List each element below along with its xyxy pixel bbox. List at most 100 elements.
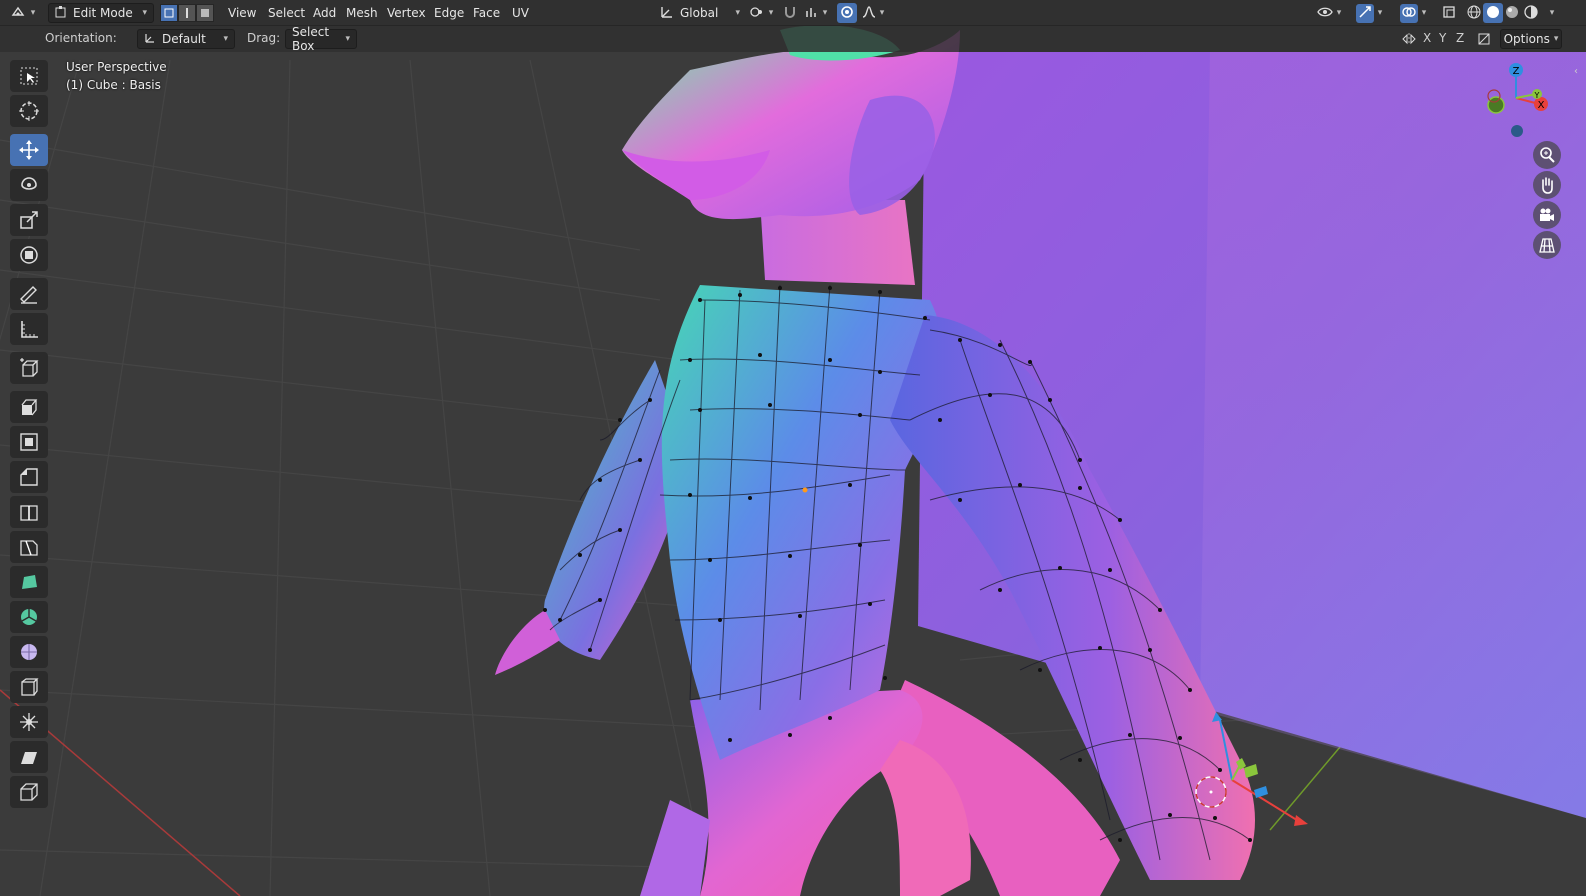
extrude-tool[interactable]	[10, 391, 48, 423]
3d-viewport[interactable]	[0, 0, 1586, 896]
cursor-tool[interactable]	[10, 95, 48, 127]
xray-toggle[interactable]	[1438, 3, 1460, 23]
svg-text:Y: Y	[1534, 91, 1540, 100]
object-label: (1) Cube : Basis	[66, 78, 161, 92]
tool-settings-bar: Orientation: Default ▾ Drag: Select Box …	[0, 25, 1586, 53]
falloff-curve-icon	[862, 5, 876, 22]
spin-icon	[21, 609, 37, 625]
selectability-visibility-button[interactable]: ▾	[1314, 3, 1344, 23]
mirror-axis-x[interactable]: X	[1423, 31, 1431, 45]
shading-material-button[interactable]	[1502, 3, 1522, 23]
menu-face[interactable]: Face	[469, 3, 504, 23]
editor-type-button[interactable]: ▾	[8, 3, 38, 23]
snap-increment-icon	[805, 5, 819, 22]
loop-cut-tool[interactable]	[10, 496, 48, 528]
chevron-down-icon: ▾	[768, 8, 774, 18]
gizmo-toggle[interactable]: ▾	[1350, 3, 1388, 23]
transform-tool[interactable]	[10, 239, 48, 271]
orientation-dropdown[interactable]: Default ▾	[137, 29, 235, 49]
sidebar-expand-arrow[interactable]: ‹	[1574, 66, 1584, 80]
chevron-down-icon: ▾	[1553, 34, 1559, 44]
scale-icon	[20, 211, 38, 229]
xray-icon	[1442, 5, 1456, 22]
poly-build-icon	[22, 575, 37, 589]
knife-tool[interactable]	[10, 531, 48, 563]
drag-dropdown[interactable]: Select Box ▾	[285, 25, 357, 53]
mirror-toggle[interactable]	[1400, 30, 1418, 50]
shear-tool[interactable]	[10, 741, 48, 773]
rip-region-tool[interactable]	[10, 776, 48, 808]
perspective-label: User Perspective	[66, 60, 167, 74]
select-box-tool[interactable]	[10, 60, 48, 92]
shrink-fatten-tool[interactable]	[10, 706, 48, 738]
pan-button[interactable]	[1533, 171, 1561, 199]
transform-orientation-label: Global	[680, 6, 719, 20]
edge-slide-tool[interactable]	[10, 671, 48, 703]
scale-tool[interactable]	[10, 204, 48, 236]
navigation-gizmo[interactable]: Z X Y	[1480, 58, 1560, 138]
rotate-icon	[21, 177, 37, 190]
zoom-button[interactable]	[1533, 141, 1561, 169]
orientation-label: Orientation:	[45, 31, 117, 45]
menu-view[interactable]: View	[224, 3, 260, 23]
move-tool[interactable]	[10, 134, 48, 166]
mode-dropdown[interactable]: Edit Mode ▾	[48, 3, 154, 23]
spin-tool[interactable]	[10, 601, 48, 633]
shading-wireframe-button[interactable]	[1464, 3, 1484, 23]
orientation-value: Default	[162, 32, 206, 46]
edge-select-mode-button[interactable]	[178, 4, 196, 22]
transform-orientation-dropdown[interactable]: Global ▾	[660, 3, 740, 23]
annotate-tool[interactable]	[10, 278, 48, 310]
menu-add[interactable]: Add	[309, 3, 340, 23]
shading-rendered-button[interactable]	[1521, 3, 1541, 23]
smooth-tool[interactable]	[10, 636, 48, 668]
mirror-axis-y[interactable]: Y	[1439, 31, 1446, 45]
rendered-sphere-icon	[1524, 4, 1538, 22]
chevron-down-icon: ▾	[822, 8, 828, 18]
pivot-point-button[interactable]: ▾	[746, 3, 776, 23]
snap-toggle[interactable]	[780, 3, 800, 23]
bevel-tool[interactable]	[10, 461, 48, 493]
overlays-toggle[interactable]: ▾	[1394, 3, 1432, 23]
solid-sphere-icon	[1486, 5, 1500, 22]
pan-hand-icon	[1542, 177, 1553, 194]
edit-mode-icon	[55, 5, 67, 21]
menu-select[interactable]: Select	[264, 3, 309, 23]
select-box-icon	[20, 67, 38, 85]
knife-icon	[20, 540, 38, 556]
add-cube-tool[interactable]	[10, 352, 48, 384]
face-select-mode-button[interactable]	[196, 4, 214, 22]
menu-uv[interactable]: UV	[508, 3, 533, 23]
camera-view-button[interactable]	[1533, 201, 1561, 229]
inset-tool[interactable]	[10, 426, 48, 458]
shading-options-button[interactable]: ▾	[1542, 3, 1558, 23]
overlays-icon	[1399, 3, 1418, 23]
cursor-icon	[19, 101, 39, 121]
proportional-editing-icon	[840, 5, 854, 22]
topology-mirror-toggle[interactable]	[1474, 30, 1494, 50]
active-vertex[interactable]	[802, 487, 808, 493]
ortho-toggle-button[interactable]	[1533, 231, 1561, 259]
gizmo-neg-z-axis[interactable]	[1511, 125, 1523, 137]
measure-tool[interactable]	[10, 313, 48, 345]
gizmo-neg-y-axis[interactable]	[1487, 96, 1505, 114]
snap-target-button[interactable]: ▾	[802, 3, 830, 23]
chevron-down-icon: ▾	[1549, 8, 1555, 18]
poly-build-tool[interactable]	[10, 566, 48, 598]
shading-solid-button[interactable]	[1483, 3, 1503, 23]
chevron-down-icon: ▾	[223, 34, 228, 44]
vertex-select-mode-button[interactable]	[160, 4, 178, 22]
proportional-falloff-button[interactable]: ▾	[859, 3, 887, 23]
menu-edge[interactable]: Edge	[430, 3, 468, 23]
menu-vertex[interactable]: Vertex	[383, 3, 430, 23]
menu-mesh[interactable]: Mesh	[342, 3, 382, 23]
material-sphere-icon	[1505, 5, 1519, 22]
options-dropdown[interactable]: Options ▾	[1500, 29, 1562, 49]
rotate-tool[interactable]	[10, 169, 48, 201]
chevron-down-icon: ▾	[142, 8, 147, 18]
mirror-axis-z[interactable]: Z	[1456, 31, 1464, 45]
mode-dropdown-label: Edit Mode	[73, 6, 133, 20]
proportional-editing-toggle[interactable]	[837, 3, 857, 23]
ortho-grid-icon	[1539, 238, 1555, 253]
orientation-axes-icon	[660, 5, 674, 22]
